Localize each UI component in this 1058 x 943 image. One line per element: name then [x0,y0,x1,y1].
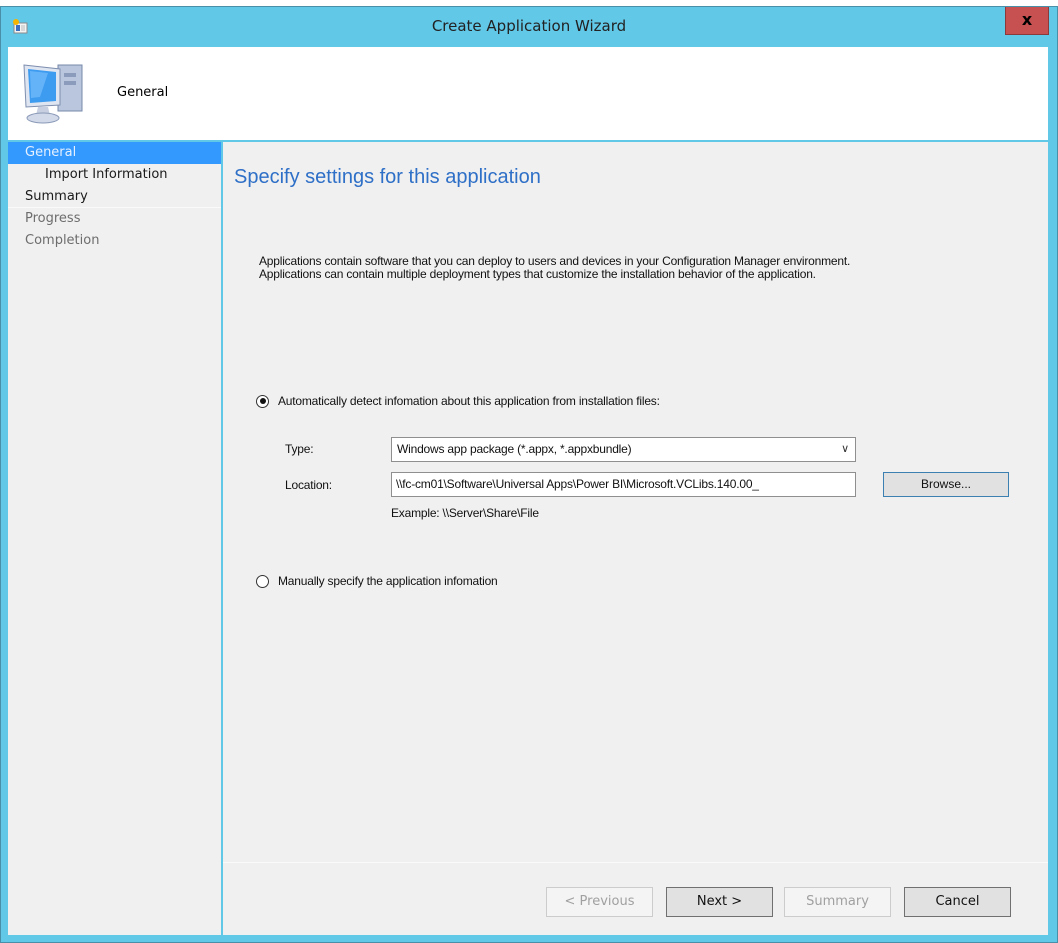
title-bar[interactable]: Create Application Wizard x [1,7,1057,47]
wizard-nav: General Import Information Summary Progr… [8,142,221,935]
nav-item-summary[interactable]: Summary [8,186,221,208]
auto-detect-radio[interactable] [256,394,269,408]
auto-detect-label: Automatically detect infomation about th… [278,394,660,408]
nav-item-import-information[interactable]: Import Information [8,164,221,186]
page-title: Specify settings for this application [234,166,541,188]
manual-option[interactable]: Manually specify the application infomat… [256,574,498,588]
location-input[interactable]: \\fc-cm01\Software\Universal Apps\Power … [391,472,856,497]
nav-item-general[interactable]: General [8,142,221,164]
nav-item-completion: Completion [25,233,100,248]
type-label: Type: [285,442,314,456]
manual-radio[interactable] [256,574,269,588]
next-button[interactable]: Next > [666,887,773,917]
description: Applications contain software that you c… [259,255,1039,281]
window-title: Create Application Wizard [431,17,627,35]
computer-icon [23,64,83,124]
previous-button[interactable]: < Previous [546,887,653,917]
content-panel: Specify settings for this application Ap… [223,142,1048,935]
auto-detect-option[interactable]: Automatically detect infomation about th… [256,394,660,408]
manual-label: Manually specify the application infomat… [278,574,498,588]
location-label: Location: [285,478,332,492]
location-example: Example: \\Server\Share\File [391,506,539,520]
type-select-value: Windows app package (*.appx, *.appxbundl… [397,442,632,456]
nav-item-progress: Progress [25,211,81,226]
description-line-2: Applications can contain multiple deploy… [259,267,816,281]
type-select[interactable]: Windows app package (*.appx, *.appxbundl… [391,437,856,462]
cancel-button[interactable]: Cancel [904,887,1011,917]
footer-divider [223,862,1048,863]
wizard-window: Create Application Wizard x General Gene… [0,6,1058,943]
summary-button[interactable]: Summary [784,887,891,917]
browse-button[interactable]: Browse... [883,472,1009,497]
header-title: General [117,85,169,100]
chevron-down-icon[interactable]: ∨ [841,438,849,461]
close-button[interactable]: x [1005,7,1049,35]
header-banner: General [8,47,1048,140]
